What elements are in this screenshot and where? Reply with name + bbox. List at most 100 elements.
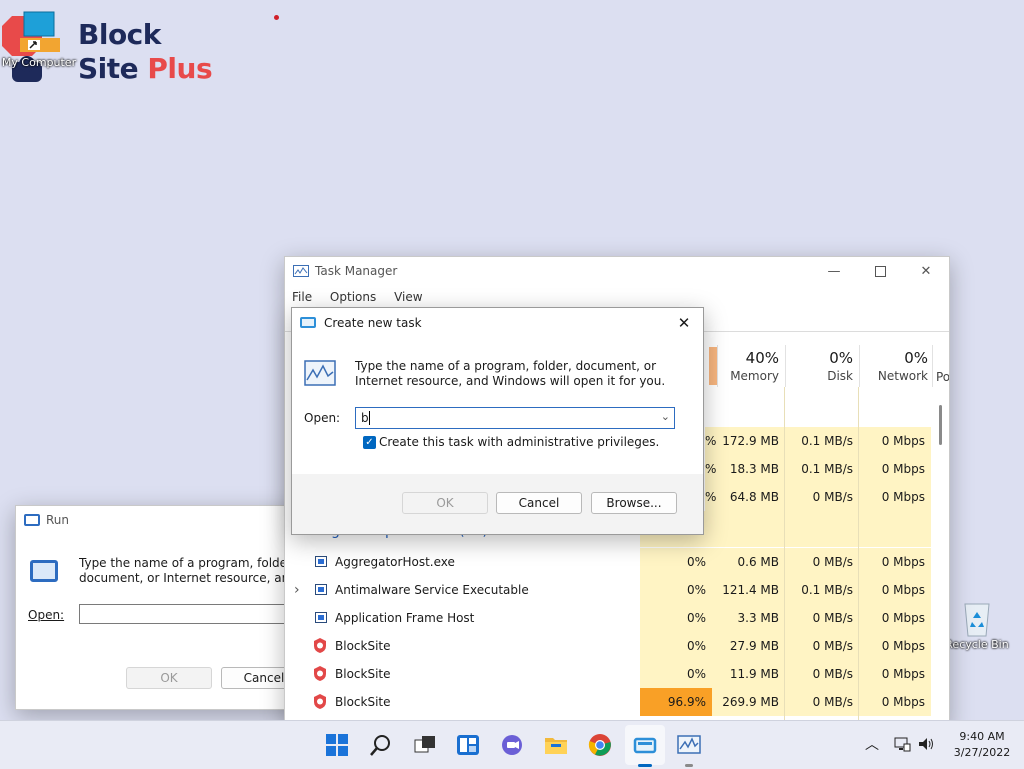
windows-start-icon[interactable] xyxy=(325,733,349,757)
cpu-cell: 0% xyxy=(640,548,712,576)
volume-icon[interactable] xyxy=(918,736,936,752)
process-icon xyxy=(315,584,327,595)
brand-line-1: Block xyxy=(78,18,161,51)
search-icon[interactable] xyxy=(369,733,393,757)
cpu-cell: 0% xyxy=(640,632,712,660)
admin-checkbox[interactable]: ✓ xyxy=(363,436,376,449)
cpu-cell: 0% xyxy=(640,576,712,604)
memory-column-header[interactable]: 40% Memory xyxy=(717,345,785,387)
memory-cell: 64.8 MB xyxy=(717,483,785,511)
memory-cell: 121.4 MB xyxy=(712,576,785,604)
memory-cell: 11.9 MB xyxy=(712,660,785,688)
network-icon[interactable] xyxy=(893,736,911,752)
memory-cell: 27.9 MB xyxy=(712,632,785,660)
create-task-open-label: Open: xyxy=(304,411,341,425)
recycle-bin-icon[interactable]: Recycle Bin xyxy=(942,598,1012,651)
disk-cell: 0 MB/s xyxy=(785,548,859,576)
network-cell: 0 Mbps xyxy=(859,427,931,455)
close-button[interactable]: ✕ xyxy=(903,257,949,285)
disk-cell: 0 MB/s xyxy=(785,688,859,716)
disk-cell: 0.1 MB/s xyxy=(785,427,859,455)
menu-options[interactable]: Options xyxy=(330,290,376,304)
run-ok-button[interactable]: OK xyxy=(126,667,212,689)
run-open-label: Open: xyxy=(28,608,65,622)
blocksite-shield-icon xyxy=(314,694,326,709)
network-cell: 0 Mbps xyxy=(859,548,931,576)
disk-cell: 0 MB/s xyxy=(785,604,859,632)
chrome-icon[interactable] xyxy=(588,733,612,757)
file-explorer-icon[interactable] xyxy=(544,733,568,757)
table-row[interactable]: BlockSite 0% 11.9 MB 0 MB/s 0 Mbps xyxy=(285,660,949,688)
memory-cell: 3.3 MB xyxy=(712,604,785,632)
create-task-titlebar: Create new task xyxy=(292,308,703,337)
network-cell: 0 Mbps xyxy=(859,455,931,483)
task-manager-menu: File Options View xyxy=(292,290,437,304)
process-name: Antimalware Service Executable xyxy=(335,583,529,597)
menu-file[interactable]: File xyxy=(292,290,312,304)
create-task-cancel-button[interactable]: Cancel xyxy=(496,492,582,514)
disk-cell: 0 MB/s xyxy=(785,660,859,688)
chat-icon[interactable] xyxy=(500,733,524,757)
blocksite-shield-icon xyxy=(314,666,326,681)
cpu-cell: 0% xyxy=(640,660,712,688)
disk-cell: 0.1 MB/s xyxy=(785,455,859,483)
table-row[interactable]: AggregatorHost.exe 0% 0.6 MB 0 MB/s 0 Mb… xyxy=(285,548,949,576)
run-app-icon[interactable] xyxy=(633,733,657,757)
table-row[interactable]: BlockSite 0% 27.9 MB 0 MB/s 0 Mbps xyxy=(285,632,949,660)
recycle-bin-label: Recycle Bin xyxy=(945,638,1009,651)
network-column-header[interactable]: 0% Network xyxy=(859,345,932,387)
power-column-header[interactable]: Po xyxy=(932,345,950,387)
create-task-browse-button[interactable]: Browse... xyxy=(591,492,677,514)
network-cell: 0 Mbps xyxy=(859,483,931,511)
cpu-header-hint xyxy=(709,347,717,385)
process-icon xyxy=(315,556,327,567)
active-indicator xyxy=(638,764,652,767)
create-task-open-input[interactable]: b xyxy=(361,411,369,425)
network-cell: 0 Mbps xyxy=(859,604,931,632)
chevron-up-icon[interactable]: ︿ xyxy=(865,734,879,754)
expand-chevron-icon[interactable]: › xyxy=(294,576,300,604)
scrollbar-thumb[interactable] xyxy=(939,405,942,445)
chevron-down-icon[interactable]: ⌄ xyxy=(661,410,670,423)
active-indicator-dot xyxy=(685,764,693,767)
minimize-button[interactable]: — xyxy=(811,257,857,285)
brand-line-2b: Plus xyxy=(147,52,213,85)
widgets-icon[interactable] xyxy=(456,733,480,757)
disk-column-header[interactable]: 0% Disk xyxy=(785,345,859,387)
process-icon xyxy=(315,612,327,623)
menu-view[interactable]: View xyxy=(394,290,422,304)
table-row[interactable]: BlockSite 96.9% 269.9 MB 0 MB/s 0 Mbps xyxy=(285,688,949,716)
run-title: Run xyxy=(46,513,70,527)
cpu-cell-hot: 96.9% xyxy=(640,688,712,716)
clock-time[interactable]: 9:40 AM xyxy=(948,730,1016,743)
memory-cell: 172.9 MB xyxy=(717,427,785,455)
brand-line-2a: Site xyxy=(78,52,139,85)
create-task-open-combobox[interactable]: b ⌄ xyxy=(355,407,675,429)
task-manager-icon[interactable] xyxy=(677,733,701,757)
create-task-title: Create new task xyxy=(324,315,422,330)
network-percent: 0% xyxy=(904,349,928,367)
disk-percent: 0% xyxy=(829,349,853,367)
process-name: AggregatorHost.exe xyxy=(335,555,455,569)
disk-cell: 0 MB/s xyxy=(785,483,859,511)
memory-cell: 18.3 MB xyxy=(717,455,785,483)
task-manager-app-icon xyxy=(293,265,309,277)
my-computer-label: My Computer xyxy=(1,56,77,69)
process-name: BlockSite xyxy=(335,639,391,653)
network-label: Network xyxy=(877,369,928,383)
col-separator xyxy=(784,387,785,727)
create-task-close-button[interactable]: ✕ xyxy=(666,308,702,337)
my-computer-icon[interactable]: My Computer xyxy=(0,10,78,69)
task-view-icon[interactable] xyxy=(413,733,437,757)
disk-cell: 0 MB/s xyxy=(785,632,859,660)
red-dot xyxy=(274,15,279,20)
power-label: Po xyxy=(936,370,950,384)
run-app-icon xyxy=(24,514,40,526)
create-task-ok-button[interactable]: OK xyxy=(402,492,488,514)
maximize-button[interactable] xyxy=(857,257,903,285)
table-row[interactable]: Application Frame Host 0% 3.3 MB 0 MB/s … xyxy=(285,604,949,632)
table-row[interactable]: › Antimalware Service Executable 0% 121.… xyxy=(285,576,949,604)
clock-date[interactable]: 3/27/2022 xyxy=(948,746,1016,759)
col-separator xyxy=(858,387,859,727)
network-cell: 0 Mbps xyxy=(859,576,931,604)
